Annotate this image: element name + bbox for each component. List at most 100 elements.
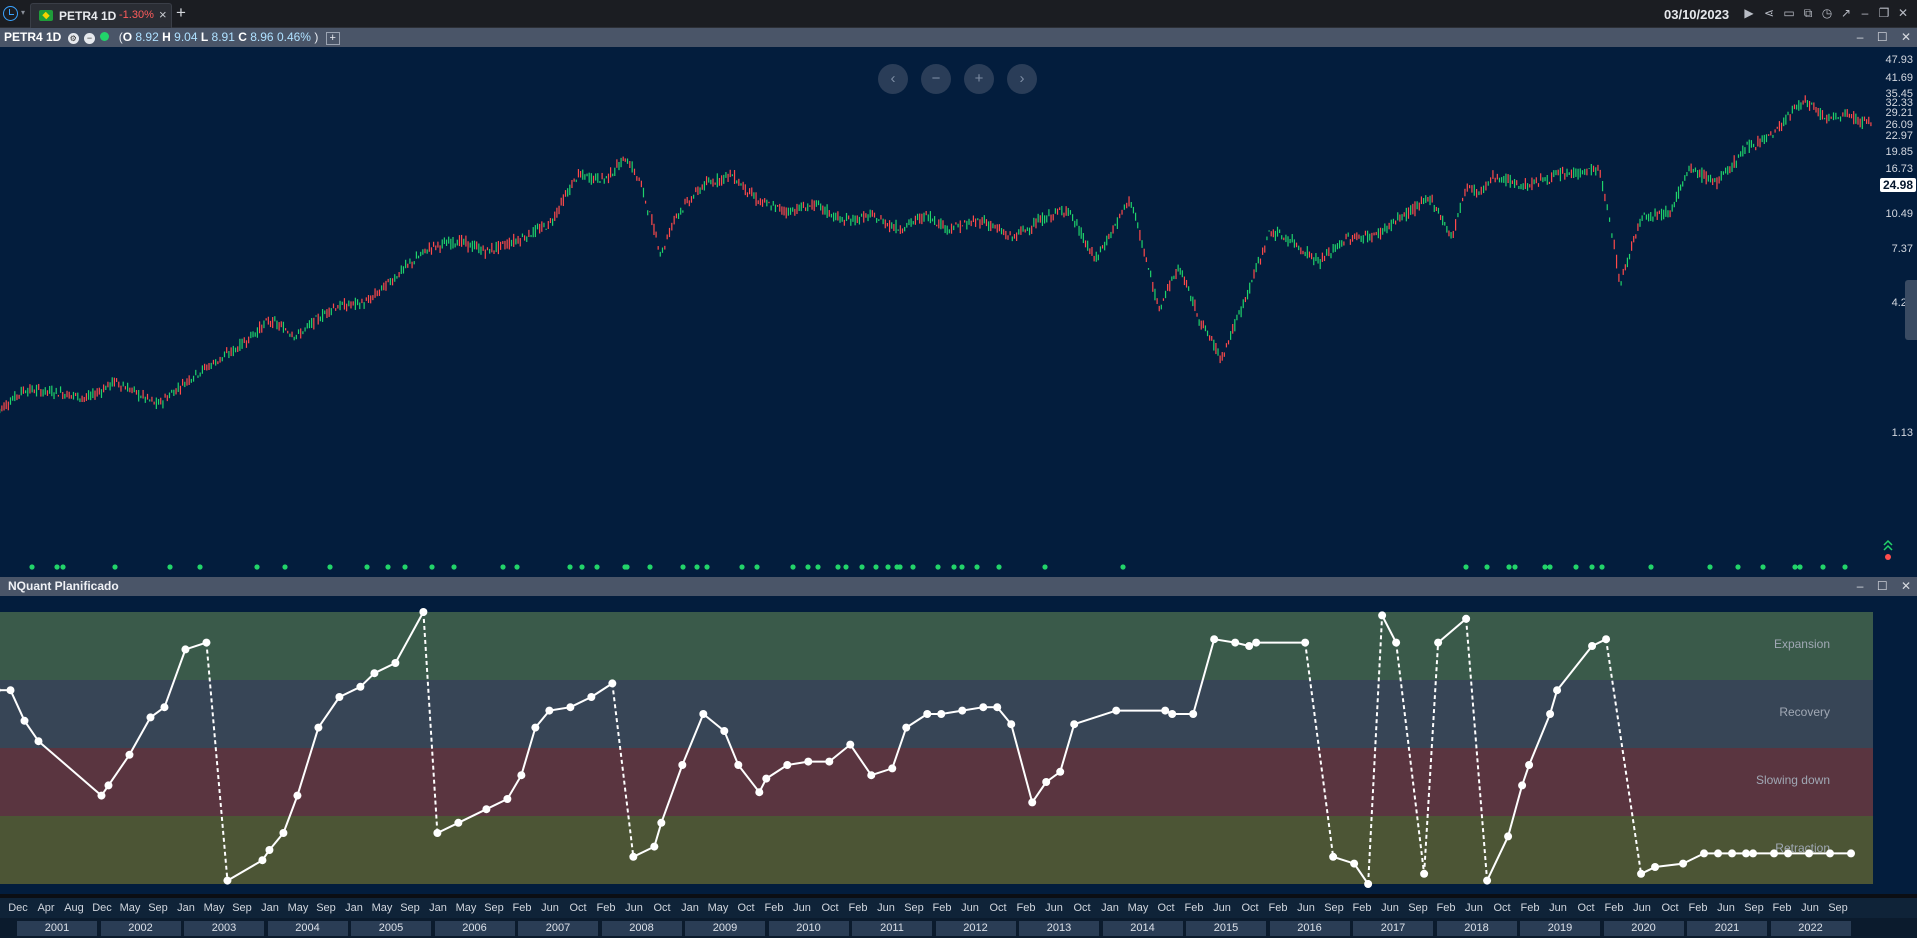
indicator-point	[146, 713, 155, 722]
new-tab-button[interactable]: +	[176, 3, 186, 23]
indicator-point	[419, 608, 428, 616]
indicator-point	[34, 737, 43, 746]
ohlc-close-paren: )	[314, 30, 319, 44]
side-panel-handle[interactable]	[1905, 280, 1917, 340]
signal-dot-icon	[1599, 564, 1605, 570]
indicator-point	[993, 703, 1002, 712]
scroll-left-button[interactable]: ‹	[878, 64, 908, 94]
signal-dot-icon	[197, 564, 203, 570]
signal-dot-icon	[1735, 564, 1741, 570]
low-label: L	[200, 30, 209, 44]
restore-icon[interactable]: ❐	[1877, 7, 1891, 20]
trend-icon[interactable]: ↗	[1839, 7, 1853, 20]
month-label: Apr	[37, 902, 55, 914]
pane-maximize-icon[interactable]: ☐	[1877, 30, 1888, 44]
signal-dot-icon	[974, 564, 980, 570]
scroll-right-button[interactable]: ›	[1007, 64, 1037, 94]
indicator-point	[1749, 849, 1758, 858]
signal-dot-icon	[694, 564, 700, 570]
indicator-segment	[9, 689, 26, 722]
signal-dot-icon	[500, 564, 506, 570]
month-label: Sep	[400, 902, 420, 914]
indicator-pane[interactable]: Expansion Recovery Slowing down Retraction	[0, 596, 1917, 894]
month-label: Feb	[1772, 902, 1792, 914]
signal-dot-icon	[254, 564, 260, 570]
pane-minimize-icon[interactable]: –	[1857, 579, 1864, 593]
pane-controls: – ☐ ✕	[1857, 30, 1911, 44]
year-label: 2022	[1770, 921, 1851, 936]
settings-icon[interactable]: ⚙	[67, 33, 79, 44]
chevron-up-icon	[1883, 539, 1893, 546]
signal-dot-icon	[815, 564, 821, 570]
indicator-point	[223, 876, 232, 885]
indicator-point	[1679, 859, 1688, 868]
history-icon[interactable]: ◷	[1820, 7, 1834, 20]
indicator-point	[867, 771, 876, 780]
month-label: Oct	[989, 902, 1007, 914]
minus-icon[interactable]: −	[84, 33, 96, 44]
minimize-icon[interactable]: –	[1858, 7, 1872, 20]
chevron-down-icon[interactable]: ▾	[21, 8, 25, 17]
indicator-point	[1553, 686, 1562, 695]
close-icon[interactable]: ✕	[1896, 7, 1910, 20]
indicator-segment	[1556, 645, 1593, 691]
pane-close-icon[interactable]: ✕	[1901, 30, 1911, 44]
month-label: Sep	[232, 902, 252, 914]
year-label: 2020	[1603, 921, 1684, 936]
chart-legend: PETR4 1D ⚙ − (O 8.92 H 9.04 L 8.91 C 8.9…	[4, 30, 340, 45]
add-indicator-button[interactable]: +	[325, 32, 340, 45]
month-label: Sep	[1408, 902, 1428, 914]
indicator-segment	[1423, 642, 1440, 874]
indicator-point	[160, 703, 169, 712]
signal-dot-icon	[1589, 564, 1595, 570]
video-icon[interactable]: ▶	[1742, 7, 1756, 20]
indicator-point	[1546, 710, 1555, 718]
zoom-in-button[interactable]: +	[964, 64, 994, 94]
indicator-point	[531, 723, 540, 732]
month-label: Aug	[64, 902, 84, 914]
indicator-point	[125, 750, 134, 759]
indicator-point	[888, 764, 897, 773]
tab-petr4[interactable]: PETR4 1D -1.30% ×	[30, 3, 172, 28]
price-chart[interactable]	[0, 47, 1872, 577]
month-label: Oct	[1241, 902, 1259, 914]
indicator-point	[391, 659, 400, 667]
indicator-point	[433, 829, 442, 837]
signal-dot-icon	[805, 564, 811, 570]
indicator-point	[937, 710, 946, 718]
zoom-out-button[interactable]: −	[921, 64, 951, 94]
indicator-point	[181, 645, 190, 654]
signal-dot-icon	[885, 564, 891, 570]
indicator-point	[1637, 869, 1646, 878]
indicator-pane-controls: – ☐ ✕	[1857, 579, 1911, 593]
pane-maximize-icon[interactable]: ☐	[1877, 579, 1888, 593]
indicator-segment	[457, 808, 487, 824]
year-axis[interactable]: 2001 2002 2003 2004 2005 2006 2007 2008 2009 2010…	[0, 918, 1917, 938]
change-pct: 0.46%	[276, 30, 311, 44]
tab-close-icon[interactable]: ×	[159, 7, 167, 22]
price-tick-label: 41.69	[1885, 72, 1913, 84]
open-label: O	[122, 30, 133, 44]
pane-minimize-icon[interactable]: –	[1857, 30, 1864, 44]
indicator-point	[1070, 720, 1079, 729]
indicator-point	[482, 805, 491, 814]
year-label: 2003	[184, 921, 264, 936]
signal-dot-icon	[1542, 564, 1548, 570]
signal-dot-icon	[1707, 564, 1713, 570]
indicator-chart[interactable]	[0, 596, 1873, 894]
clock-icon[interactable]	[3, 6, 18, 21]
month-axis[interactable]: Dec Apr Aug Dec May Sep Jan May Sep Jan May Sep Jan M…	[0, 898, 1917, 918]
layout-icon[interactable]: ▭	[1782, 7, 1796, 20]
indicator-point	[1392, 638, 1401, 647]
indicator-point	[1805, 849, 1814, 858]
signal-dot-icon	[959, 564, 965, 570]
month-label: Jan	[1101, 902, 1119, 914]
indicator-point	[1007, 720, 1016, 729]
duplicate-icon[interactable]: ⧉	[1801, 7, 1815, 20]
signal-dot-icon	[402, 564, 408, 570]
share-icon[interactable]: ⋖	[1762, 7, 1776, 20]
signal-dot-icon	[680, 564, 686, 570]
pane-close-icon[interactable]: ✕	[1901, 579, 1911, 593]
price-chart-pane[interactable]	[0, 47, 1917, 577]
indicator-segment	[205, 642, 229, 881]
